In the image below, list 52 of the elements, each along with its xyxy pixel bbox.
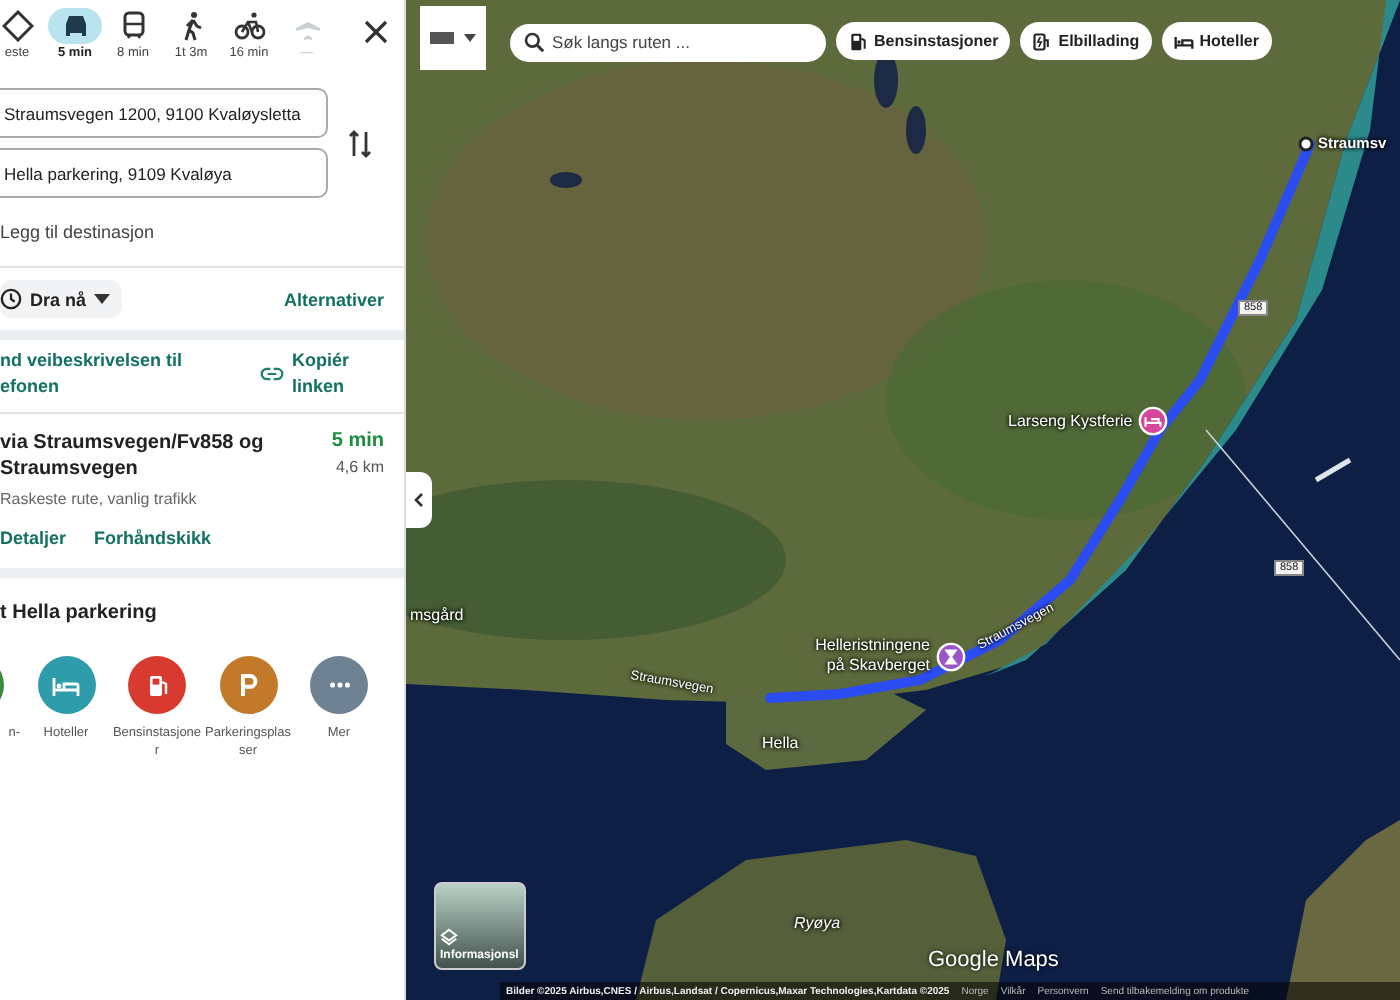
copy-link[interactable]: Kopiér linken xyxy=(292,348,356,400)
route-link[interactable]: Forhåndskikk xyxy=(94,528,212,548)
map-type-button[interactable] xyxy=(420,6,486,70)
bicycle-icon xyxy=(233,10,265,42)
map-poi[interactable]: Helleristningene på Skavberget xyxy=(798,636,966,676)
map-poi[interactable]: Larseng Kystferie xyxy=(1008,406,1169,436)
search-icon xyxy=(524,31,544,51)
poi-label: Helleristningene på Skavberget xyxy=(813,636,930,676)
origin-field[interactable]: Straumsvegen 1200, 9100 Kvaløysletta xyxy=(0,88,328,138)
bed-icon xyxy=(1173,31,1194,51)
fuel-icon xyxy=(848,31,868,51)
add-destination-link[interactable]: Legg til destinasjon xyxy=(0,222,404,242)
poi-label: Larseng Kystferie xyxy=(1008,412,1133,430)
route-duration: 5 min xyxy=(331,430,384,452)
clock-icon xyxy=(0,288,22,310)
filter-chip[interactable]: Elbillading xyxy=(1020,22,1152,60)
hourglass-pin-icon xyxy=(936,641,966,671)
depart-time-button[interactable]: Dra nå xyxy=(0,280,123,318)
island-label: Ryøya xyxy=(794,914,841,932)
filter-chip[interactable]: Hoteller xyxy=(1161,22,1271,60)
filter-chip[interactable]: Bensinstasjoner xyxy=(836,22,1011,60)
bed-pin-icon xyxy=(1138,406,1169,436)
swap-icon[interactable] xyxy=(348,127,372,159)
map-thumbnail-icon xyxy=(430,32,454,44)
diamond-icon xyxy=(1,10,33,42)
nearby-title: t Hella parkering xyxy=(0,602,159,624)
route-note: Raskeste rute, vanlig trafikk xyxy=(0,490,199,508)
place-label: Hella xyxy=(762,734,799,752)
more-icon xyxy=(329,682,349,688)
chevron-left-icon xyxy=(414,492,424,508)
link-icon xyxy=(260,366,284,382)
route-card[interactable]: via Straumsvegen/Fv858 og Straumsvegen 5 min 4,6 km Raskeste rute, vanlig trafikk Detaljer Forhåndskikk xyxy=(0,414,404,568)
send-to-phone-link[interactable]: nd veibeskrivelsen til efonen xyxy=(0,348,220,400)
caret-icon xyxy=(464,34,476,42)
close-icon[interactable] xyxy=(364,20,388,44)
lake xyxy=(550,172,582,188)
caret-icon xyxy=(94,294,111,304)
options-link[interactable]: Alternativer xyxy=(283,289,384,309)
route-link[interactable]: Detaljer xyxy=(0,528,67,548)
route-search-field[interactable]: Søk langs ruten ... xyxy=(510,23,826,61)
map-brand-logo: Google Maps xyxy=(928,948,1059,972)
boat xyxy=(1314,457,1352,483)
charger-icon xyxy=(1032,31,1053,51)
place-label: msgård xyxy=(410,606,464,624)
collapse-panel-button[interactable] xyxy=(406,472,432,528)
lake xyxy=(906,106,926,154)
destination-field[interactable]: Hella parkering, 9109 Kvaløya xyxy=(0,148,328,198)
satellite-map[interactable] xyxy=(406,0,1400,1000)
layers-icon xyxy=(440,928,458,946)
route-distance: 4,6 km xyxy=(335,458,384,476)
start-point-icon xyxy=(1298,135,1314,151)
route-title: via Straumsvegen/Fv858 og Straumsvegen xyxy=(0,430,266,482)
